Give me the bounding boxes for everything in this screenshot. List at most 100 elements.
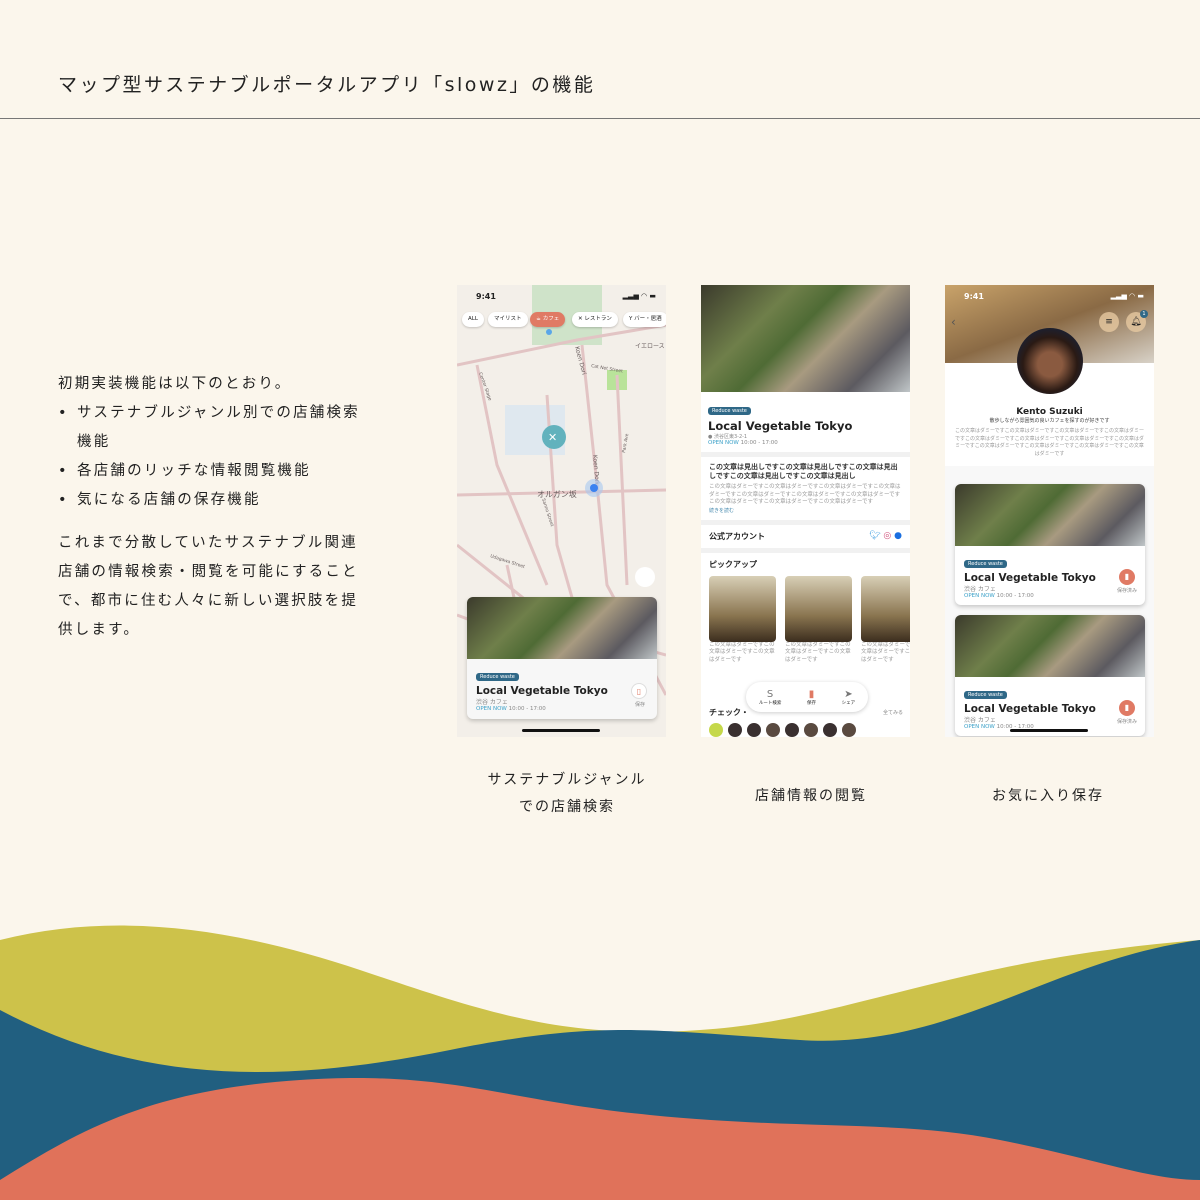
user-name: Kento Suzuki: [1016, 407, 1083, 417]
back-icon[interactable]: ‹: [951, 315, 956, 329]
category-tag: Reduce waste: [708, 407, 751, 415]
hours: 10:00 - 17:00: [740, 440, 778, 446]
action-label: 保存: [806, 700, 816, 706]
saved-label: 保存済み: [1116, 588, 1137, 594]
home-indicator: [1010, 729, 1088, 732]
caption-detail: 店舗情報の閲覧: [755, 788, 867, 804]
action-label: シェア: [841, 700, 856, 706]
shop-photo: [955, 484, 1145, 546]
feature-list: サステナブルジャンル別での店舗検索機能 各店舗のリッチな情報閲覧機能 気になる店…: [58, 399, 368, 515]
user-bio: 散歩しながら雰囲気の良いカフェを探すのが好きです: [989, 418, 1110, 424]
filter-mylist[interactable]: マイリスト: [488, 312, 528, 327]
filter-label: バー・居酒: [634, 316, 662, 322]
bookmark-icon[interactable]: ▮: [1119, 569, 1135, 585]
open-now: OPEN NOW: [476, 706, 507, 712]
checkin-avatars: [709, 723, 856, 737]
filter-all[interactable]: ALL: [462, 312, 484, 327]
feature-description: 初期実装機能は以下のとおり。 サステナブルジャンル別での店舗検索機能 各店舗のリ…: [58, 370, 368, 645]
shop-name: Local Vegetable Tokyo: [964, 703, 1096, 715]
status-time: 9:41: [476, 292, 496, 301]
divider: [0, 118, 1200, 119]
feature-item: サステナブルジャンル別での店舗検索機能: [58, 399, 368, 457]
status-icons: ▂▃▅ ◠ ▬: [1110, 292, 1144, 300]
action-bar: S ルート検索 ▮ 保存 ➤ シェア: [746, 682, 868, 712]
map-label: オルガン坂: [537, 489, 577, 499]
official-accounts-label: 公式アカウント: [709, 531, 765, 541]
category-tag: Reduce waste: [964, 560, 1007, 568]
route-search-button[interactable]: S ルート検索: [759, 689, 782, 706]
category-tag: Reduce waste: [476, 673, 519, 681]
twitter-icon[interactable]: 🐦︎: [869, 531, 880, 541]
status-icons: ▂▃▅ ◠ ▬: [622, 292, 656, 300]
intro-text: 初期実装機能は以下のとおり。: [58, 376, 292, 392]
pickup-text: この文章はダミーですこの文章はダミーですこの文章はダミーです: [785, 641, 851, 663]
shop-photo: [955, 615, 1145, 677]
pickup-item[interactable]: この文章はダミーですこの文章はダミーですこの文章はダミーです: [861, 575, 910, 664]
filter-label: カフェ: [542, 316, 560, 322]
feature-item: 気になる店舗の保存機能: [58, 486, 368, 515]
body-text: これまで分散していたサステナブル関連店舗の情報検索・閲覧を可能にすることで、都市…: [58, 535, 359, 638]
save-button[interactable]: ▮ 保存: [807, 689, 816, 706]
send-icon: ➤: [844, 688, 853, 700]
checkin-label: チェック・: [709, 708, 749, 717]
open-now: OPEN NOW: [964, 724, 995, 730]
map-screen: Koen Dori Cat Net Street イエロース Center St…: [457, 285, 666, 737]
shop-name: Local Vegetable Tokyo: [708, 419, 853, 433]
caption-line: での店舗検索: [519, 799, 615, 815]
open-status: OPEN NOW 10:00 - 17:00: [708, 440, 903, 446]
instagram-icon[interactable]: ◎: [883, 531, 891, 541]
map-label: Koen Dori: [573, 346, 587, 376]
home-indicator: [522, 729, 600, 732]
page-title: マップ型サステナブルポータルアプリ「slowz」の機能: [58, 74, 596, 96]
avatar: [1017, 328, 1083, 394]
hours: 10:00 - 17:00: [996, 593, 1034, 599]
bell-icon[interactable]: 🔔︎ 1: [1126, 310, 1148, 332]
saved-label: 保存済み: [1116, 719, 1137, 725]
feature-item: 各店舗のリッチな情報閲覧機能: [58, 457, 368, 486]
route-icon: S: [766, 688, 774, 700]
saved-shop-card[interactable]: Reduce waste Local Vegetable Tokyo 渋谷 カフ…: [955, 484, 1145, 605]
filter-cafe[interactable]: ☕ カフェ: [530, 312, 566, 327]
shop-name: Local Vegetable Tokyo: [476, 685, 608, 697]
pickup-item[interactable]: この文章はダミーですこの文章はダミーですこの文章はダミーです: [709, 575, 776, 664]
open-status: OPEN NOW 10:00 - 17:00: [964, 593, 1136, 599]
share-button[interactable]: ➤ シェア: [842, 689, 856, 706]
hours: 10:00 - 17:00: [508, 706, 546, 712]
pickup-text: この文章はダミーですこの文章はダミーですこの文章はダミーです: [709, 641, 775, 663]
article-body: この文章はダミーですこの文章はダミーですこの文章はダミーですこの文章はダミーです…: [709, 484, 901, 505]
bookmark-icon[interactable]: ▮: [1119, 700, 1135, 716]
menu-icon[interactable]: ≡: [1099, 312, 1119, 332]
pickup-item[interactable]: この文章はダミーですこの文章はダミーですこの文章はダミーです: [785, 575, 852, 664]
svg-text:✕: ✕: [548, 431, 557, 444]
caption-favorites: お気に入り保存: [992, 788, 1104, 804]
shop-name: Local Vegetable Tokyo: [964, 572, 1096, 584]
map-label: Center Stage: [477, 372, 493, 402]
shop-meta: 渋谷 カフェ: [476, 699, 508, 706]
status-time: 9:41: [964, 292, 984, 301]
shop-photo: [467, 597, 657, 659]
caption-search: サステナブルジャンル での店舗検索: [452, 767, 682, 821]
decorative-waves: [0, 925, 1200, 1200]
read-more-link[interactable]: 続きを読む: [709, 507, 902, 514]
shop-photo: [701, 285, 910, 392]
open-now: OPEN NOW: [964, 593, 995, 599]
shop-meta: 渋谷 カフェ: [964, 586, 996, 593]
shop-card[interactable]: Reduce waste Local Vegetable Tokyo 渋谷 カフ…: [467, 597, 657, 719]
shop-detail-screen: Reduce waste Local Vegetable Tokyo ● 渋谷区…: [701, 285, 910, 737]
open-status: OPEN NOW 10:00 - 17:00: [476, 706, 648, 712]
notification-badge: 1: [1140, 310, 1148, 318]
pickup-label: ピックアップ: [709, 559, 757, 569]
shop-meta: 渋谷 カフェ: [964, 717, 996, 724]
filter-restaurant[interactable]: ✕ レストラン: [572, 312, 618, 327]
article-heading: この文章は見出しですこの文章は見出しですこの文章は見出しですこの文章は見出しです…: [709, 463, 898, 480]
filter-bar[interactable]: Y バー・居酒: [623, 312, 666, 327]
profile-text: この文章はダミーですこの文章はダミーですこの文章はダミーですこの文章はダミーです…: [954, 428, 1145, 457]
bookmark-icon[interactable]: ▯: [631, 683, 647, 699]
see-all-link[interactable]: 全てみる: [883, 709, 903, 716]
facebook-icon[interactable]: ●: [894, 531, 902, 541]
caption-line: サステナブルジャンル: [487, 772, 647, 788]
map-label: Park Ave: [621, 433, 630, 453]
saved-shop-card[interactable]: Reduce waste Local Vegetable Tokyo 渋谷 カフ…: [955, 615, 1145, 736]
category-tag: Reduce waste: [964, 691, 1007, 699]
map-label: イエロース: [635, 343, 665, 350]
